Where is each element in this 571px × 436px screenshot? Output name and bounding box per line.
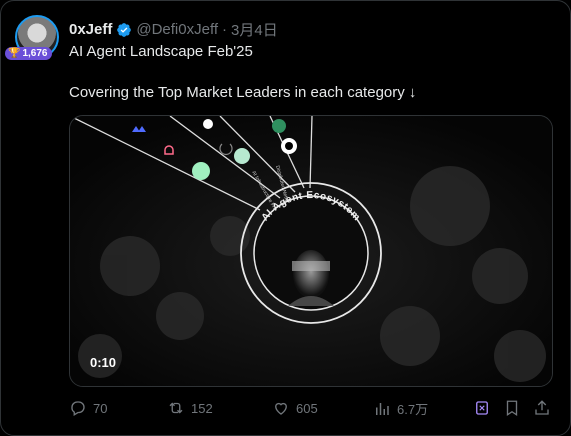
post-header: 0xJeff @Defi0xJeff · 3月4日 — [69, 19, 278, 40]
views-chart-icon — [376, 402, 389, 415]
handle[interactable]: @Defi0xJeff — [136, 21, 218, 38]
logo-icon-6 — [234, 148, 250, 164]
trophy-icon: 🏆 — [8, 48, 21, 59]
heart-icon — [275, 402, 287, 415]
post-date[interactable]: 3月4日 — [231, 19, 278, 40]
bookmark-icon — [506, 400, 518, 417]
badge-count-value: 1,676 — [22, 48, 48, 59]
video-frame: AI Infrastructure Framework Distributed … — [70, 116, 552, 386]
views-count: 6.7万 — [397, 402, 429, 417]
tweet-text-line2: Covering the Top Market Leaders in each … — [69, 84, 417, 101]
share-button[interactable] — [533, 399, 551, 417]
video-timestamp: 0:10 — [90, 355, 117, 370]
bookmark-button[interactable] — [503, 399, 521, 417]
action-bar: 70 152 605 6.7万 — [69, 399, 553, 421]
like-button[interactable]: 605 — [272, 399, 318, 417]
logo-icon-4 — [203, 119, 213, 129]
repost-count: 152 — [191, 400, 213, 416]
portrait-figure — [293, 250, 329, 298]
badge-count: 🏆 1,676 — [5, 47, 53, 60]
reply-count: 70 — [93, 400, 108, 416]
reply-icon — [71, 401, 85, 416]
reply-button[interactable]: 70 — [69, 399, 107, 417]
grok-button[interactable] — [473, 399, 491, 417]
portrait-glitch — [292, 261, 330, 271]
tweet-card[interactable]: 🏆 1,676 0xJeff @Defi0xJeff · 3月4日 AI Age… — [0, 0, 571, 436]
video-player[interactable]: AI Infrastructure Framework Distributed … — [69, 115, 553, 387]
separator: · — [222, 21, 228, 38]
display-name[interactable]: 0xJeff — [69, 21, 112, 38]
repost-icon — [169, 402, 183, 414]
repost-button[interactable]: 152 — [167, 399, 213, 417]
views-button[interactable]: 6.7万 — [373, 399, 428, 418]
logo-icon-3 — [192, 162, 210, 180]
grok-icon — [476, 401, 488, 415]
share-icon — [535, 400, 549, 415]
like-count: 605 — [296, 400, 318, 416]
logo-icon-7 — [272, 119, 286, 133]
verified-badge-icon — [117, 22, 132, 37]
tweet-text-line1: AI Agent Landscape Feb'25 — [69, 43, 253, 60]
